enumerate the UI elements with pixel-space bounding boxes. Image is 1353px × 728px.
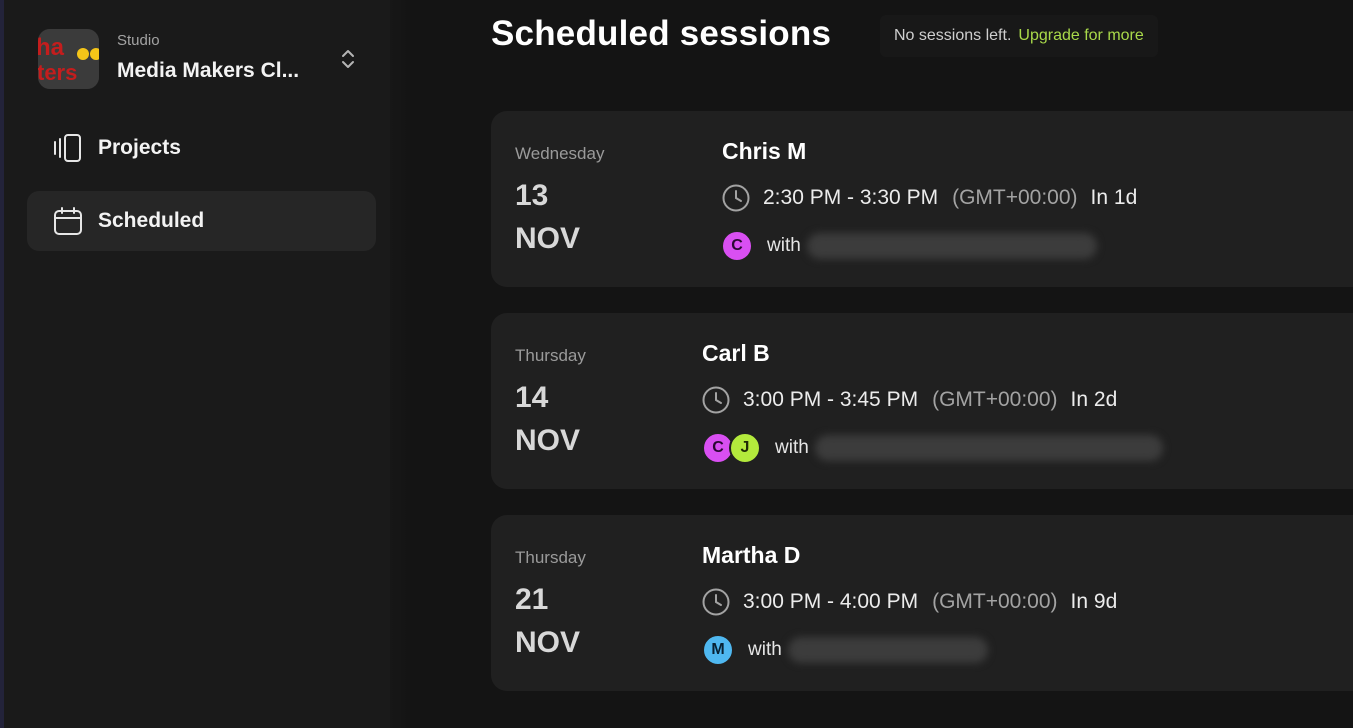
- notice-message: No sessions left.: [894, 27, 1012, 44]
- sidebar-gutter: [390, 0, 410, 728]
- session-month: NOV: [515, 424, 581, 457]
- studio-logo-text-top: ha: [38, 34, 65, 61]
- avatar: J: [729, 432, 761, 464]
- session-timezone: (GMT+00:00): [952, 186, 1078, 209]
- avatar: M: [702, 634, 734, 666]
- session-weekday: Thursday: [515, 548, 586, 567]
- page-title: Scheduled sessions: [491, 14, 832, 53]
- session-relative-time: In 2d: [1070, 388, 1118, 411]
- redacted-email: [814, 435, 1163, 461]
- calendar-icon: [54, 207, 82, 235]
- session-time-row: 3:00 PM - 3:45 PM (GMT+00:00) In 2d: [701, 385, 1117, 415]
- session-time-range: 2:30 PM - 3:30 PM: [763, 186, 939, 209]
- sidebar: ha ters Studio Media Makers Cl... Projec…: [4, 0, 390, 728]
- studio-name: Media Makers Cl...: [117, 59, 300, 82]
- clock-icon: [702, 386, 730, 414]
- avatar: C: [721, 230, 753, 262]
- session-relative-time: In 9d: [1070, 590, 1118, 613]
- session-participants: M with: [702, 634, 988, 666]
- session-quota-notice: No sessions left. Upgrade for more: [880, 15, 1158, 57]
- studio-caption: Studio: [117, 32, 160, 49]
- session-participants: C J with: [702, 432, 1163, 464]
- session-weekday: Wednesday: [515, 144, 605, 163]
- studio-logo: ha ters: [38, 29, 99, 89]
- session-relative-time: In 1d: [1090, 186, 1138, 209]
- clock-icon: [702, 588, 730, 616]
- session-day: 14: [515, 381, 549, 414]
- session-day: 13: [515, 179, 549, 212]
- session-person-name: Chris M: [722, 138, 807, 164]
- session-time-range: 3:00 PM - 3:45 PM: [743, 388, 919, 411]
- clock-icon: [722, 184, 750, 212]
- session-time-range: 3:00 PM - 4:00 PM: [743, 590, 919, 613]
- redacted-email: [787, 637, 988, 663]
- session-person-name: Martha D: [702, 542, 801, 568]
- session-card[interactable]: Thursday 14 NOV Carl B 3:00 PM - 3:45 PM…: [491, 313, 1353, 489]
- session-card[interactable]: Thursday 21 NOV Martha D 3:00 PM - 4:00 …: [491, 515, 1353, 691]
- session-timezone: (GMT+00:00): [932, 590, 1058, 613]
- session-card[interactable]: Wednesday 13 NOV Chris M 2:30 PM - 3:30 …: [491, 111, 1353, 287]
- session-month: NOV: [515, 626, 581, 659]
- session-participants: C with: [721, 230, 1097, 262]
- upgrade-link[interactable]: Upgrade for more: [1018, 27, 1143, 45]
- sidebar-item-scheduled[interactable]: Scheduled: [27, 191, 376, 251]
- session-timezone: (GMT+00:00): [932, 388, 1058, 411]
- studio-switcher[interactable]: ha ters Studio Media Makers Cl...: [38, 27, 368, 89]
- sidebar-item-label: Scheduled: [98, 209, 205, 232]
- with-label: with: [767, 235, 801, 256]
- session-weekday: Thursday: [515, 346, 586, 365]
- session-month: NOV: [515, 222, 581, 255]
- with-label: with: [748, 639, 782, 660]
- session-time-row: 3:00 PM - 4:00 PM (GMT+00:00) In 9d: [701, 587, 1117, 617]
- chevron-up-down-icon[interactable]: [338, 47, 358, 71]
- projects-icon: [54, 134, 81, 162]
- session-person-name: Carl B: [702, 340, 770, 366]
- studio-logo-text-bottom: ters: [38, 60, 77, 85]
- with-label: with: [775, 437, 809, 458]
- redacted-email: [806, 233, 1097, 259]
- session-day: 21: [515, 583, 549, 616]
- sidebar-item-label: Projects: [98, 136, 181, 159]
- session-time-row: 2:30 PM - 3:30 PM (GMT+00:00) In 1d: [721, 183, 1137, 213]
- sidebar-item-projects[interactable]: Projects: [27, 118, 376, 178]
